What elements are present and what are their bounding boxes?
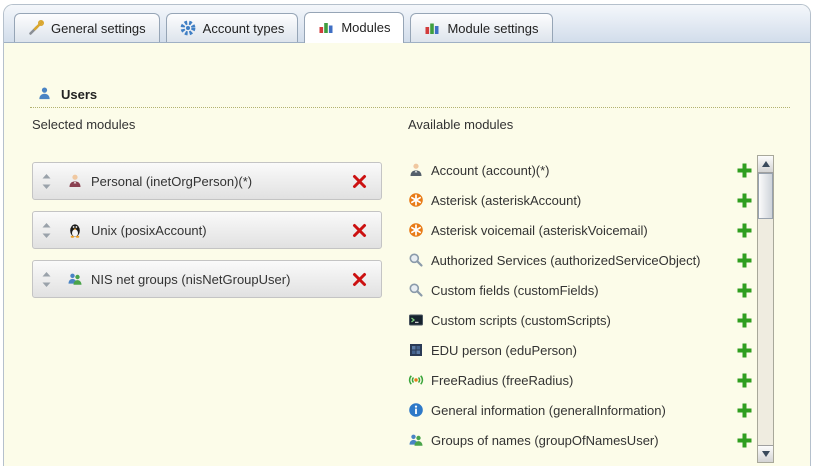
edu-grid-icon — [408, 342, 424, 358]
available-module-label: FreeRadius (freeRadius) — [431, 373, 573, 388]
drag-handle-icon[interactable] — [42, 223, 51, 238]
magnifier-icon — [408, 252, 424, 268]
available-module-label: General information (generalInformation) — [431, 403, 666, 418]
tools-icon — [28, 20, 44, 36]
tab-bar: General settings Account types — [4, 5, 810, 43]
remove-module-button[interactable] — [352, 272, 367, 287]
person-icon — [67, 173, 83, 189]
drag-handle-icon[interactable] — [42, 272, 51, 287]
selected-module-row: Personal (inetOrgPerson)(*) — [32, 162, 382, 200]
selected-module-label: NIS net groups (nisNetGroupUser) — [91, 272, 290, 287]
add-module-button[interactable] — [737, 253, 752, 268]
available-module-label: Custom fields (customFields) — [431, 283, 599, 298]
tab-label: Module settings — [447, 21, 538, 36]
available-module-label: Custom scripts (customScripts) — [431, 313, 611, 328]
tab-label: General settings — [51, 21, 146, 36]
asterisk-icon — [408, 222, 424, 238]
selected-modules-heading: Selected modules — [32, 117, 135, 132]
add-module-button[interactable] — [737, 313, 752, 328]
available-module-row: Account (account)(*) — [408, 155, 752, 185]
magnifier-icon — [408, 282, 424, 298]
available-module-label: Groups of names (groupOfNamesUser) — [431, 433, 659, 448]
modules-icon — [318, 19, 334, 35]
section-title: Users — [61, 87, 97, 102]
add-module-button[interactable] — [737, 433, 752, 448]
available-modules-list: Account (account)(*) — [408, 155, 752, 455]
available-module-row: EDU person (eduPerson) — [408, 335, 752, 365]
selected-module-row: NIS net groups (nisNetGroupUser) — [32, 260, 382, 298]
info-icon — [408, 402, 424, 418]
scroll-up-button[interactable] — [758, 156, 773, 173]
add-module-button[interactable] — [737, 343, 752, 358]
tab-label: Modules — [341, 20, 390, 35]
available-module-label: Asterisk voicemail (asteriskVoicemail) — [431, 223, 648, 238]
drag-handle-icon[interactable] — [42, 174, 51, 189]
available-modules-heading: Available modules — [408, 117, 513, 132]
available-module-row: FreeRadius (freeRadius) — [408, 365, 752, 395]
user-icon — [37, 86, 53, 102]
add-module-button[interactable] — [737, 193, 752, 208]
asterisk-icon — [408, 192, 424, 208]
available-module-row: Groups of names (groupOfNamesUser) — [408, 425, 752, 455]
remove-module-button[interactable] — [352, 174, 367, 189]
scroll-down-button[interactable] — [758, 445, 773, 462]
selected-module-label: Unix (posixAccount) — [91, 223, 207, 238]
tab-general-settings[interactable]: General settings — [14, 13, 160, 42]
available-module-row: Asterisk voicemail (asteriskVoicemail) — [408, 215, 752, 245]
tux-icon — [67, 222, 83, 238]
add-module-button[interactable] — [737, 403, 752, 418]
available-modules-scrollbar[interactable] — [757, 155, 774, 463]
available-module-label: Account (account)(*) — [431, 163, 550, 178]
selected-module-row: Unix (posixAccount) — [32, 211, 382, 249]
scrollbar-thumb[interactable] — [758, 173, 773, 219]
add-module-button[interactable] — [737, 163, 752, 178]
radio-waves-icon — [408, 372, 424, 388]
tab-modules[interactable]: Modules — [304, 12, 404, 43]
users-section-heading: Users — [37, 86, 97, 102]
available-module-row: Authorized Services (authorizedServiceOb… — [408, 245, 752, 275]
group-icon — [67, 271, 83, 287]
remove-module-button[interactable] — [352, 223, 367, 238]
arrow-down-icon — [762, 451, 770, 457]
add-module-button[interactable] — [737, 373, 752, 388]
users-separator — [30, 107, 790, 108]
available-module-row: Custom scripts (customScripts) — [408, 305, 752, 335]
available-module-row: Asterisk (asteriskAccount) — [408, 185, 752, 215]
selected-module-label: Personal (inetOrgPerson)(*) — [91, 174, 252, 189]
available-module-label: Asterisk (asteriskAccount) — [431, 193, 581, 208]
tab-label: Account types — [203, 21, 285, 36]
config-panel: General settings Account types — [3, 4, 811, 466]
selected-modules-list: Personal (inetOrgPerson)(*) — [32, 162, 382, 309]
available-module-label: Authorized Services (authorizedServiceOb… — [431, 253, 701, 268]
lam-configuration-page: General settings Account types — [0, 0, 816, 467]
gear-icon — [180, 20, 196, 36]
group-icon — [408, 432, 424, 448]
terminal-icon — [408, 312, 424, 328]
available-module-row: Custom fields (customFields) — [408, 275, 752, 305]
arrow-up-icon — [762, 161, 770, 167]
account-icon — [408, 162, 424, 178]
available-module-row: General information (generalInformation) — [408, 395, 752, 425]
available-module-label: EDU person (eduPerson) — [431, 343, 577, 358]
tab-account-types[interactable]: Account types — [166, 13, 299, 42]
add-module-button[interactable] — [737, 283, 752, 298]
tab-module-settings[interactable]: Module settings — [410, 13, 552, 42]
add-module-button[interactable] — [737, 223, 752, 238]
module-settings-icon — [424, 20, 440, 36]
